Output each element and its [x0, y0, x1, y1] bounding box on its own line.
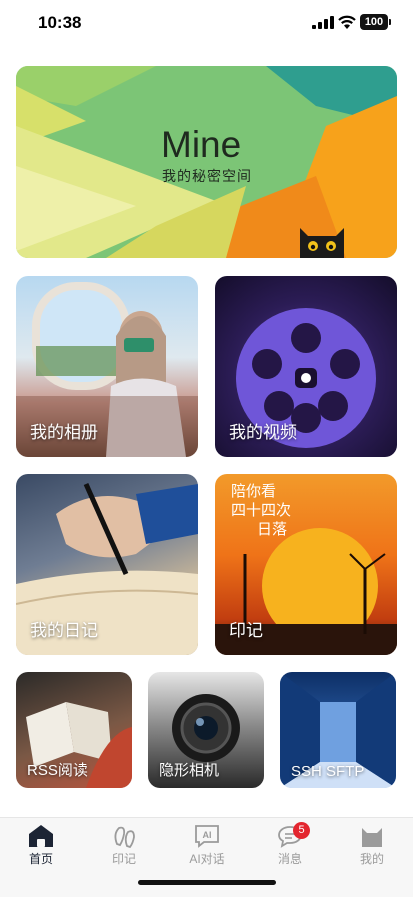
tab-label: 首页 [28, 852, 53, 866]
ssh-sftp-card[interactable]: SSH SFTP [280, 672, 396, 788]
rss-reader-label: RSS阅读 [27, 762, 88, 779]
home-indicator [138, 880, 276, 885]
tab-label: AI对话 [189, 852, 225, 866]
tab-ai-chat[interactable]: AI AI对话 [166, 824, 248, 867]
cellular-signal-icon [312, 16, 334, 29]
tab-profile[interactable]: 我的 [331, 824, 413, 867]
mark-label: 印记 [229, 621, 263, 640]
status-time: 10:38 [38, 13, 82, 32]
cat-profile-icon [362, 828, 382, 847]
banner-title: Mine [161, 124, 242, 165]
my-album-label: 我的相册 [30, 423, 98, 442]
poster-line: 日落 [257, 521, 288, 538]
cat-mascot-icon [300, 228, 344, 258]
poster-line: 四十四次 [231, 502, 292, 519]
status-bar: 10:38 100 [0, 0, 413, 46]
my-video-label: 我的视频 [229, 423, 297, 442]
poster-line: 陪你看 [231, 483, 277, 500]
tab-home[interactable]: 首页 [0, 824, 82, 867]
my-album-card[interactable]: 我的相册 [16, 276, 198, 457]
tab-messages[interactable]: 5 消息 [249, 822, 331, 867]
banner-subtitle: 我的秘密空间 [162, 168, 252, 184]
battery-indicator: 100 [360, 14, 391, 30]
mark-card[interactable]: 陪你看 四十四次 日落 印记 [215, 474, 397, 655]
my-video-card[interactable]: 我的视频 [215, 276, 397, 457]
ai-chat-icon: AI [195, 825, 219, 848]
my-diary-card[interactable]: 我的日记 [16, 474, 198, 655]
mine-banner[interactable]: Mine 我的秘密空间 [16, 66, 397, 258]
hidden-camera-label: 隐形相机 [159, 762, 220, 779]
tab-label: 我的 [359, 852, 384, 866]
tab-label: 印记 [111, 852, 136, 866]
hidden-camera-card[interactable]: 隐形相机 [148, 672, 264, 788]
message-badge: 5 [293, 822, 310, 839]
my-diary-label: 我的日记 [30, 621, 98, 640]
bottom-tab-bar: 首页 印记 AI AI对话 5 消息 我的 [0, 817, 413, 897]
tab-mark[interactable]: 印记 [83, 824, 165, 867]
footprint-icon [114, 826, 135, 848]
wifi-icon [338, 15, 356, 29]
ssh-sftp-label: SSH SFTP [291, 763, 365, 780]
tab-label: 消息 [277, 852, 302, 866]
home-icon [29, 825, 53, 847]
svg-text:AI: AI [203, 830, 212, 840]
rss-reader-card[interactable]: RSS阅读 [16, 672, 132, 788]
mark-poster-text: 陪你看 四十四次 日落 [231, 482, 291, 539]
